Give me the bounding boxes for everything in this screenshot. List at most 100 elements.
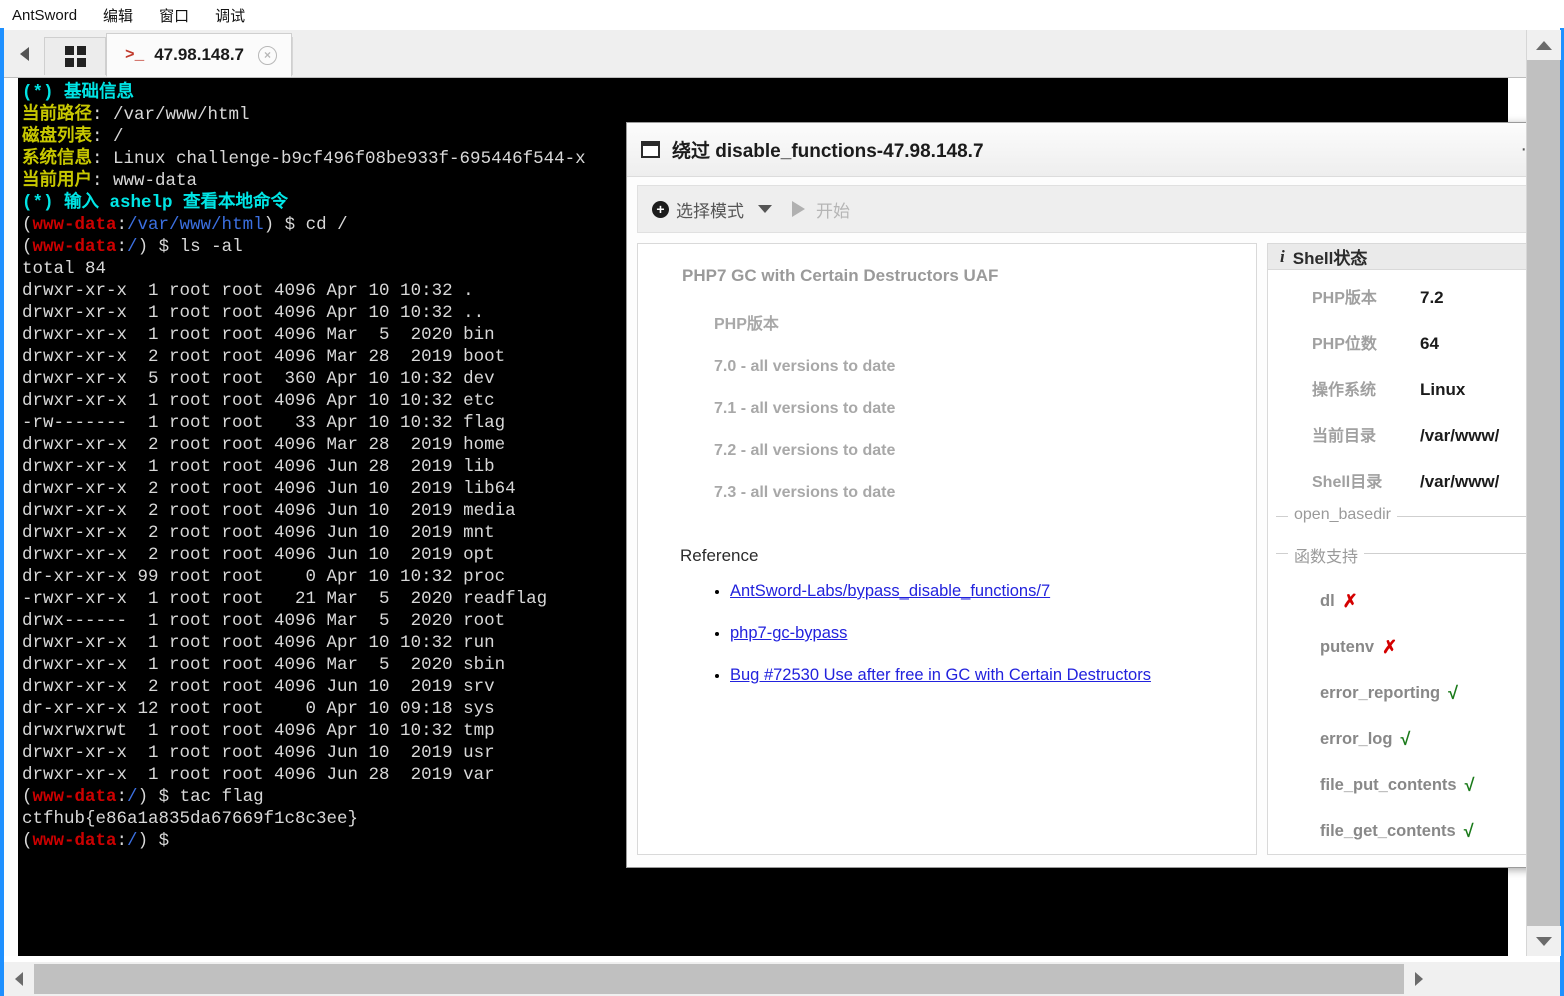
list-item: AntSword-Labs/bypass_disable_functions/7 bbox=[730, 582, 1234, 601]
horizontal-scrollbar-thumb[interactable] bbox=[34, 964, 1404, 994]
tab-bar: >_ 47.98.148.7 × bbox=[4, 30, 1526, 78]
dialog-title-bar[interactable]: 绕过 disable_functions-47.98.148.7 · bbox=[627, 123, 1545, 177]
function-support-item: file_get_contents √ bbox=[1320, 808, 1526, 854]
start-button[interactable]: 开始 bbox=[792, 197, 850, 222]
scroll-right-button[interactable] bbox=[1404, 962, 1434, 996]
horizontal-scrollbar[interactable] bbox=[4, 962, 1526, 996]
window-border-right bbox=[1560, 28, 1564, 996]
supported-version: 7.3 - all versions to date bbox=[714, 484, 1234, 502]
terminal-text: dr-xr-xr-x 12 root root 0 Apr 10 09:18 s… bbox=[22, 699, 495, 719]
terminal-text: drwxr-xr-x 1 root root 4096 Apr 10 10:32… bbox=[22, 391, 495, 411]
reference-link[interactable]: Bug #72530 Use after free in GC with Cer… bbox=[730, 666, 1151, 684]
select-mode-button[interactable]: + 选择模式 bbox=[652, 197, 744, 222]
function-support-item: putenv ✗ bbox=[1320, 624, 1526, 670]
close-icon[interactable]: × bbox=[258, 46, 277, 65]
terminal-text: www-data bbox=[33, 215, 117, 235]
terminal-text: drwxr-xr-x 1 root root 4096 Jun 28 2019 … bbox=[22, 457, 495, 477]
chevron-down-icon bbox=[1536, 937, 1552, 946]
supported-version: 7.2 - all versions to date bbox=[714, 442, 1234, 460]
terminal-text: www-data bbox=[33, 237, 117, 257]
shell-status-header: i Shell状态 bbox=[1268, 244, 1534, 270]
function-support-list: dl✗putenv✗error_reporting√error_log√file… bbox=[1276, 570, 1526, 854]
cross-icon: ✗ bbox=[1382, 637, 1397, 658]
shell-status-pane[interactable]: i Shell状态 PHP版本7.2PHP位数64操作系统Linux当前目录/v… bbox=[1267, 243, 1535, 855]
shell-status-key: 当前目录 bbox=[1312, 422, 1420, 446]
supported-version: 7.1 - all versions to date bbox=[714, 400, 1234, 418]
terminal-text: ( bbox=[22, 237, 33, 257]
function-support-legend: 函数支持 bbox=[1288, 543, 1364, 567]
terminal-text: ( bbox=[22, 215, 33, 235]
terminal-text: drwxr-xr-x 1 root root 4096 Apr 10 10:32… bbox=[22, 303, 484, 323]
terminal-line: (*) 基础信息 bbox=[22, 82, 1508, 104]
app-window: AntSword 编辑 窗口 调试 >_ 47.98.148.7 × (*) 基… bbox=[0, 0, 1564, 996]
scroll-up-button[interactable] bbox=[1527, 30, 1561, 60]
function-name: file_get_contents bbox=[1320, 822, 1456, 841]
chevron-left-icon bbox=[15, 972, 23, 986]
terminal-text: / bbox=[127, 831, 138, 851]
terminal-text: drwxr-xr-x 1 root root 4096 Mar 5 2020 s… bbox=[22, 655, 505, 675]
terminal-text: www-data bbox=[33, 787, 117, 807]
cross-icon: ✗ bbox=[1343, 591, 1358, 612]
terminal-text: 当前路径 bbox=[22, 105, 92, 125]
check-icon: √ bbox=[1448, 683, 1458, 704]
tab-shell-47-98-148-7[interactable]: >_ 47.98.148.7 × bbox=[106, 33, 292, 77]
terminal-text: drwxr-xr-x 5 root root 360 Apr 10 10:32 … bbox=[22, 369, 495, 389]
exploit-title: PHP7 GC with Certain Destructors UAF bbox=[682, 266, 1234, 286]
tab-scroll-left-button[interactable] bbox=[4, 31, 44, 77]
function-name: error_reporting bbox=[1320, 684, 1440, 703]
terminal-text: drwxr-xr-x 2 root root 4096 Jun 10 2019 … bbox=[22, 677, 495, 697]
tab-label: 47.98.148.7 bbox=[154, 45, 244, 65]
terminal-text: drwxr-xr-x 2 root root 4096 Mar 28 2019 … bbox=[22, 435, 505, 455]
terminal-text: drwxr-xr-x 2 root root 4096 Jun 10 2019 … bbox=[22, 523, 495, 543]
reference-link[interactable]: php7-gc-bypass bbox=[730, 624, 847, 642]
list-item: Bug #72530 Use after free in GC with Cer… bbox=[730, 666, 1234, 685]
tab-grid-view-button[interactable] bbox=[44, 37, 106, 75]
play-icon bbox=[792, 201, 805, 217]
terminal-text: 系统信息 bbox=[22, 149, 92, 169]
terminal-text: ) $ ls -al bbox=[138, 237, 243, 257]
vertical-scrollbar[interactable] bbox=[1526, 30, 1560, 956]
menu-item-edit[interactable]: 编辑 bbox=[103, 5, 133, 26]
function-name: putenv bbox=[1320, 638, 1374, 657]
exploit-description-pane[interactable]: PHP7 GC with Certain Destructors UAF PHP… bbox=[637, 243, 1257, 855]
check-icon: √ bbox=[1400, 729, 1410, 750]
terminal-text: -rw------- 1 root root 33 Apr 10 10:32 f… bbox=[22, 413, 505, 433]
supported-version: 7.0 - all versions to date bbox=[714, 358, 1234, 376]
chevron-right-icon bbox=[1415, 972, 1423, 986]
menu-bar: AntSword 编辑 窗口 调试 bbox=[0, 0, 1564, 30]
terminal-text: 当前用户 bbox=[22, 171, 92, 191]
shell-status-row: PHP位数64 bbox=[1268, 330, 1534, 376]
tab-bar-empty-area bbox=[292, 37, 1526, 75]
function-support-item: file_put_contents√ bbox=[1320, 762, 1526, 808]
menu-item-window[interactable]: 窗口 bbox=[159, 5, 189, 26]
check-icon: √ bbox=[1465, 775, 1475, 796]
scroll-left-button[interactable] bbox=[4, 962, 34, 996]
terminal-text: drwxr-xr-x 1 root root 4096 Jun 28 2019 … bbox=[22, 765, 495, 785]
menu-item-antsword[interactable]: AntSword bbox=[12, 7, 77, 24]
start-label: 开始 bbox=[816, 197, 850, 222]
menu-item-debug[interactable]: 调试 bbox=[215, 5, 245, 26]
shell-status-value: 7.2 bbox=[1420, 288, 1444, 308]
terminal-text: ) $ tac flag bbox=[138, 787, 264, 807]
terminal-text: drwxr-xr-x 1 root root 4096 Mar 5 2020 b… bbox=[22, 325, 495, 345]
select-mode-label: 选择模式 bbox=[676, 197, 744, 222]
shell-status-row: PHP版本7.2 bbox=[1268, 284, 1534, 330]
shell-status-value: /var/www/ bbox=[1420, 426, 1499, 446]
terminal-text: -rwxr-xr-x 1 root root 21 Mar 5 2020 rea… bbox=[22, 589, 547, 609]
terminal-text: / bbox=[127, 237, 138, 257]
reference-link[interactable]: AntSword-Labs/bypass_disable_functions/7 bbox=[730, 582, 1050, 600]
shell-status-key: PHP版本 bbox=[1312, 284, 1420, 308]
terminal-text: : bbox=[117, 787, 128, 807]
terminal-text: 磁盘列表 bbox=[22, 127, 92, 147]
terminal-text: : /var/www/html bbox=[92, 105, 250, 125]
shell-status-row: 操作系统Linux bbox=[1268, 376, 1534, 422]
shell-status-rows: PHP版本7.2PHP位数64操作系统Linux当前目录/var/www/She… bbox=[1268, 270, 1534, 514]
scroll-down-button[interactable] bbox=[1527, 926, 1561, 956]
reference-heading: Reference bbox=[680, 546, 1234, 566]
check-icon: √ bbox=[1464, 821, 1474, 842]
terminal-text: drwxrwxrwt 1 root root 4096 Apr 10 10:32… bbox=[22, 721, 495, 741]
terminal-text: ctfhub{e86a1a835da67669f1c8c3ee} bbox=[22, 809, 358, 829]
shell-status-value: /var/www/ bbox=[1420, 472, 1499, 492]
chevron-down-icon[interactable] bbox=[758, 205, 772, 213]
terminal-text: (*) 输入 ashelp 查看本地命令 bbox=[22, 193, 288, 213]
